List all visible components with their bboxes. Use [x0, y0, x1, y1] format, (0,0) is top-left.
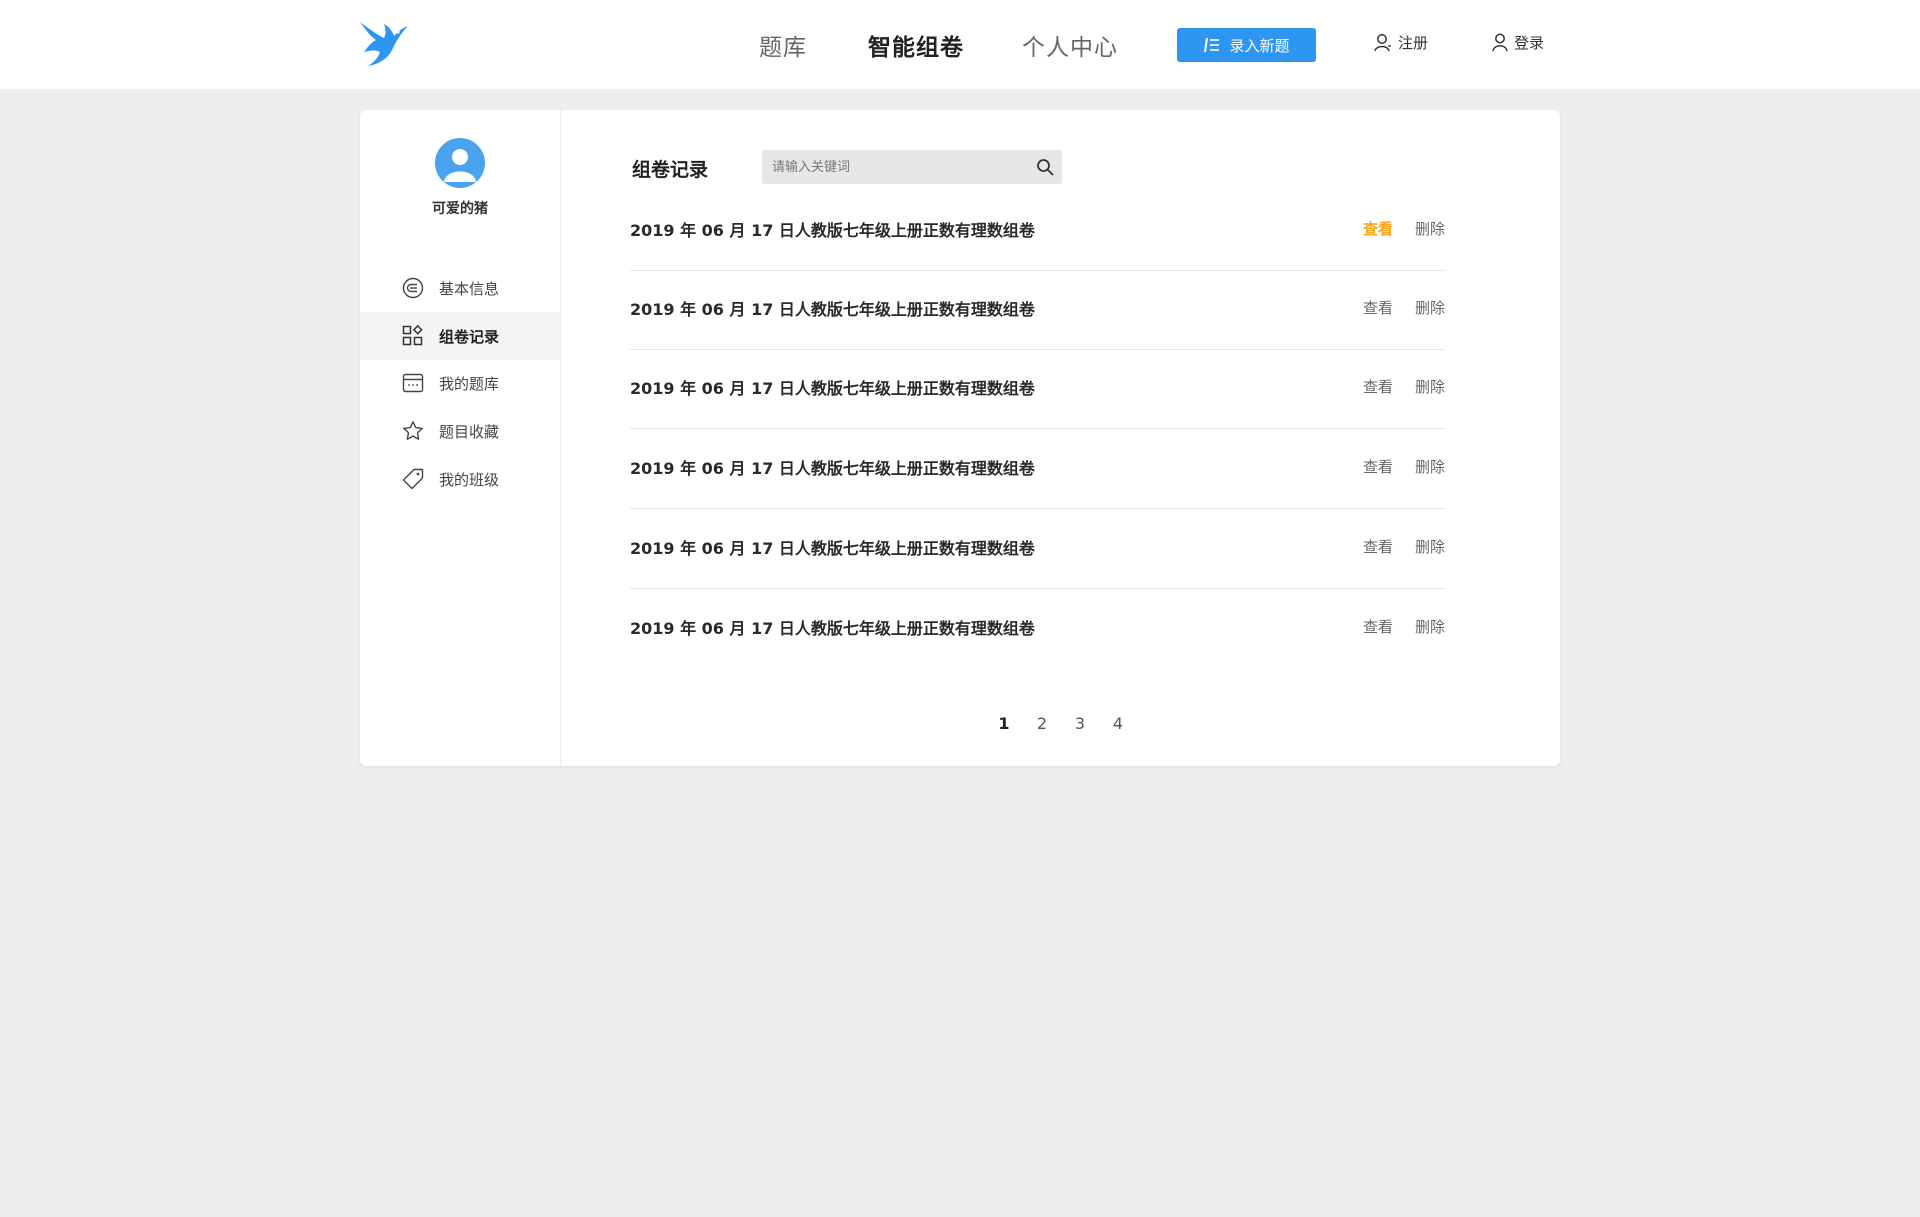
login-label: 登录: [1514, 34, 1545, 52]
record-row: 2019 年 06 月 17 日人教版七年级上册正数有理数组卷 查看 删除: [630, 349, 1445, 429]
content-card: 可爱的猪 基本信息 组卷记录 我的题库 题目收藏 我的班级 组卷记录 请输入关键…: [360, 110, 1560, 766]
calendar-icon: [402, 372, 424, 394]
sidebar-item-label: 我的班级: [439, 470, 500, 489]
search-box: [762, 150, 1062, 184]
delete-button[interactable]: 删除: [1415, 536, 1445, 557]
page-title: 组卷记录: [632, 159, 709, 181]
delete-button[interactable]: 删除: [1415, 218, 1445, 239]
page-2[interactable]: 2: [1034, 714, 1050, 733]
record-row: 2019 年 06 月 17 日人教版七年级上册正数有理数组卷 查看 删除: [630, 589, 1445, 668]
page-1[interactable]: 1: [996, 714, 1012, 733]
edit-list-icon: [1204, 37, 1220, 53]
nav-personal-center[interactable]: 个人中心: [1022, 28, 1118, 62]
sidebar-item-my-bank[interactable]: 我的题库: [360, 359, 560, 407]
sidebar-item-label: 题目收藏: [439, 422, 500, 441]
bird-logo-icon[interactable]: [358, 20, 410, 68]
nav-smart-paper[interactable]: 智能组卷: [868, 28, 964, 62]
login-link[interactable]: 登录: [1492, 32, 1544, 53]
record-title: 2019 年 06 月 17 日人教版七年级上册正数有理数组卷: [630, 539, 1035, 558]
nav-question-bank[interactable]: 题库: [759, 28, 807, 62]
sidebar-item-my-class[interactable]: 我的班级: [360, 455, 560, 503]
grid-icon: [402, 325, 424, 347]
record-title: 2019 年 06 月 17 日人教版七年级上册正数有理数组卷: [630, 379, 1035, 398]
register-label: 注册: [1398, 34, 1429, 52]
page-4[interactable]: 4: [1110, 714, 1126, 733]
info-circle-icon: [402, 277, 424, 299]
page-3[interactable]: 3: [1072, 714, 1088, 733]
view-button[interactable]: 查看: [1363, 536, 1393, 557]
register-link[interactable]: 注册: [1374, 32, 1428, 53]
tag-icon: [402, 468, 424, 490]
user-icon: [1492, 33, 1508, 51]
delete-button[interactable]: 删除: [1415, 616, 1445, 637]
pagination: 1 2 3 4: [996, 714, 1126, 733]
search-icon[interactable]: [1036, 158, 1054, 176]
sidebar-item-paper-records[interactable]: 组卷记录: [360, 312, 560, 360]
star-icon: [402, 420, 424, 442]
view-button[interactable]: 查看: [1363, 616, 1393, 637]
top-header: 题库 智能组卷 个人中心 录入新题 注册 登录: [0, 0, 1920, 89]
delete-button[interactable]: 删除: [1415, 456, 1445, 477]
sidebar-item-label: 我的题库: [439, 374, 500, 393]
record-title: 2019 年 06 月 17 日人教版七年级上册正数有理数组卷: [630, 619, 1035, 638]
add-new-question-label: 录入新题: [1229, 36, 1290, 55]
user-add-icon: [1374, 33, 1391, 51]
sidebar: 可爱的猪 基本信息 组卷记录 我的题库 题目收藏 我的班级: [360, 110, 561, 766]
add-new-question-button[interactable]: 录入新题: [1177, 28, 1316, 62]
view-button[interactable]: 查看: [1363, 456, 1393, 477]
record-title: 2019 年 06 月 17 日人教版七年级上册正数有理数组卷: [630, 459, 1035, 478]
view-button[interactable]: 查看: [1363, 297, 1393, 318]
delete-button[interactable]: 删除: [1415, 297, 1445, 318]
avatar[interactable]: [435, 138, 485, 188]
view-button[interactable]: 查看: [1363, 376, 1393, 397]
record-row: 2019 年 06 月 17 日人教版七年级上册正数有理数组卷 查看 删除: [630, 191, 1445, 271]
sidebar-item-favorites[interactable]: 题目收藏: [360, 407, 560, 455]
record-title: 2019 年 06 月 17 日人教版七年级上册正数有理数组卷: [630, 221, 1035, 240]
view-button[interactable]: 查看: [1363, 218, 1393, 239]
sidebar-item-label: 组卷记录: [439, 327, 500, 346]
username: 可爱的猪: [432, 201, 488, 217]
delete-button[interactable]: 删除: [1415, 376, 1445, 397]
record-row: 2019 年 06 月 17 日人教版七年级上册正数有理数组卷 查看 删除: [630, 429, 1445, 509]
record-title: 2019 年 06 月 17 日人教版七年级上册正数有理数组卷: [630, 300, 1035, 319]
avatar-user-icon: [444, 149, 476, 182]
record-row: 2019 年 06 月 17 日人教版七年级上册正数有理数组卷 查看 删除: [630, 270, 1445, 350]
sidebar-item-basic-info[interactable]: 基本信息: [360, 264, 560, 312]
sidebar-item-label: 基本信息: [439, 279, 500, 298]
search-input[interactable]: [762, 150, 1012, 184]
record-row: 2019 年 06 月 17 日人教版七年级上册正数有理数组卷 查看 删除: [630, 509, 1445, 589]
